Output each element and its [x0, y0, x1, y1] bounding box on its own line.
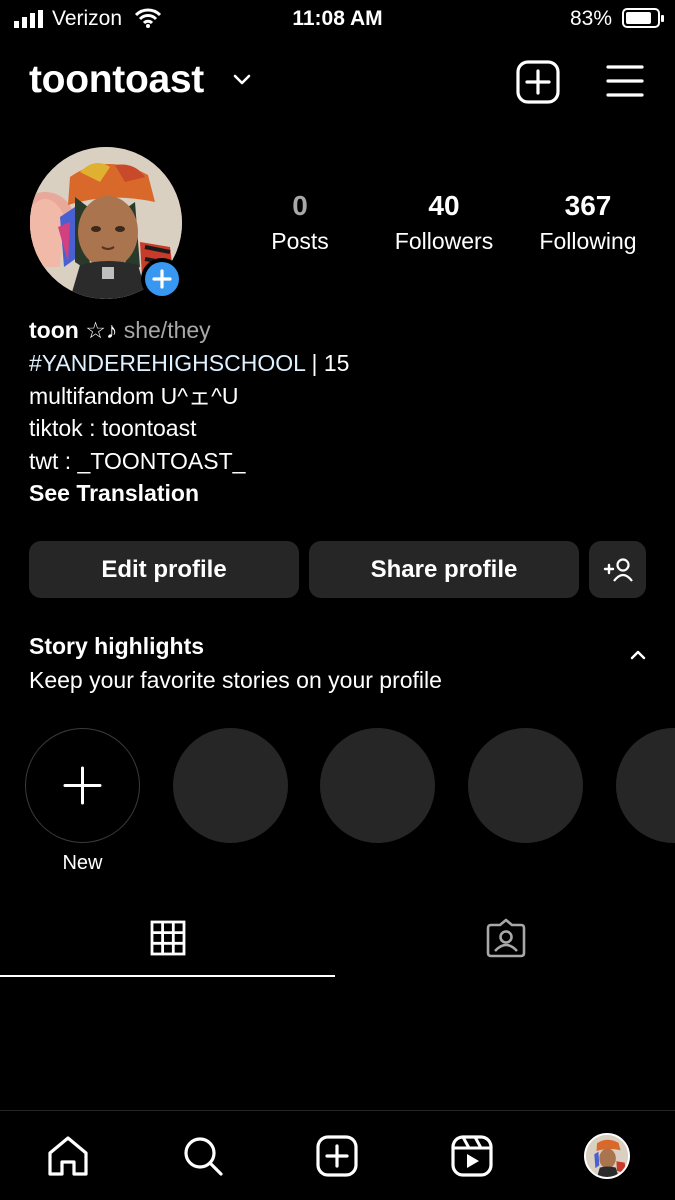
highlight-placeholder — [173, 728, 288, 843]
chevron-down-icon[interactable] — [233, 74, 251, 86]
edit-profile-label: Edit profile — [101, 555, 227, 583]
tagged-icon[interactable] — [485, 917, 527, 959]
story-highlights-subtitle: Keep your favorite stories on your profi… — [29, 667, 442, 693]
following-count-label: Following — [539, 228, 637, 254]
edit-profile-button[interactable]: Edit profile — [29, 541, 299, 598]
following-count-value: 367 — [564, 190, 612, 221]
followers-count-value: 40 — [428, 190, 460, 221]
share-profile-label: Share profile — [370, 555, 518, 583]
highlight-placeholder — [468, 728, 583, 843]
new-highlight-button[interactable] — [25, 728, 140, 843]
highlight-placeholder — [320, 728, 435, 843]
followers-count-label: Followers — [394, 228, 494, 254]
bio-line-3: tiktok : toontoast — [29, 415, 197, 441]
profile-username[interactable]: toontoast — [29, 58, 204, 102]
add-story-button[interactable] — [141, 258, 183, 300]
home-icon[interactable] — [46, 1135, 90, 1177]
profile-display-name: toon ☆♪ — [29, 317, 118, 343]
bio-line-1: #YANDEREHIGHSCHOOL | 15 — [29, 347, 349, 379]
profile-pronouns: she/they — [123, 317, 211, 343]
see-translation-link[interactable]: See Translation — [29, 477, 199, 509]
profile-tab-avatar[interactable] — [584, 1133, 630, 1179]
menu-icon[interactable] — [606, 64, 644, 98]
bio-line-4: twt : _TOONTOAST_ — [29, 448, 246, 474]
bio-line-2: multifandom U^ェ^U — [29, 383, 239, 409]
avatar-illustration — [586, 1135, 628, 1177]
bio-hashtag-link[interactable]: #YANDEREHIGHSCHOOL — [29, 350, 305, 376]
bio-name-line: toon ☆♪ she/they — [29, 314, 211, 346]
reels-icon[interactable] — [451, 1135, 493, 1177]
posts-count[interactable]: 0 Posts — [230, 190, 370, 255]
followers-count[interactable]: 40 Followers — [374, 190, 514, 255]
highlight-placeholder — [616, 728, 675, 843]
chevron-up-icon[interactable] — [629, 649, 647, 661]
posts-count-label: Posts — [271, 228, 329, 254]
new-highlight-label: New — [62, 852, 103, 874]
plus-icon — [63, 766, 102, 805]
grid-icon[interactable] — [150, 920, 186, 956]
battery-icon — [622, 8, 664, 28]
battery-percent: 83% — [570, 7, 613, 30]
bottom-nav-divider — [0, 1110, 675, 1111]
story-highlights-title: Story highlights — [29, 633, 205, 659]
add-person-icon — [603, 557, 633, 582]
following-count[interactable]: 367 Following — [518, 190, 658, 255]
active-tab-indicator — [0, 975, 335, 977]
share-profile-button[interactable]: Share profile — [309, 541, 579, 598]
plus-icon — [152, 269, 172, 289]
discover-people-button[interactable] — [589, 541, 646, 598]
search-icon[interactable] — [182, 1135, 224, 1177]
create-icon[interactable] — [316, 1135, 358, 1177]
posts-count-value: 0 — [292, 190, 308, 221]
new-post-icon[interactable] — [516, 60, 560, 104]
bio-hashtag-suffix: | 15 — [305, 350, 350, 376]
status-bar: Verizon 11:08 AM 83% — [0, 0, 675, 40]
